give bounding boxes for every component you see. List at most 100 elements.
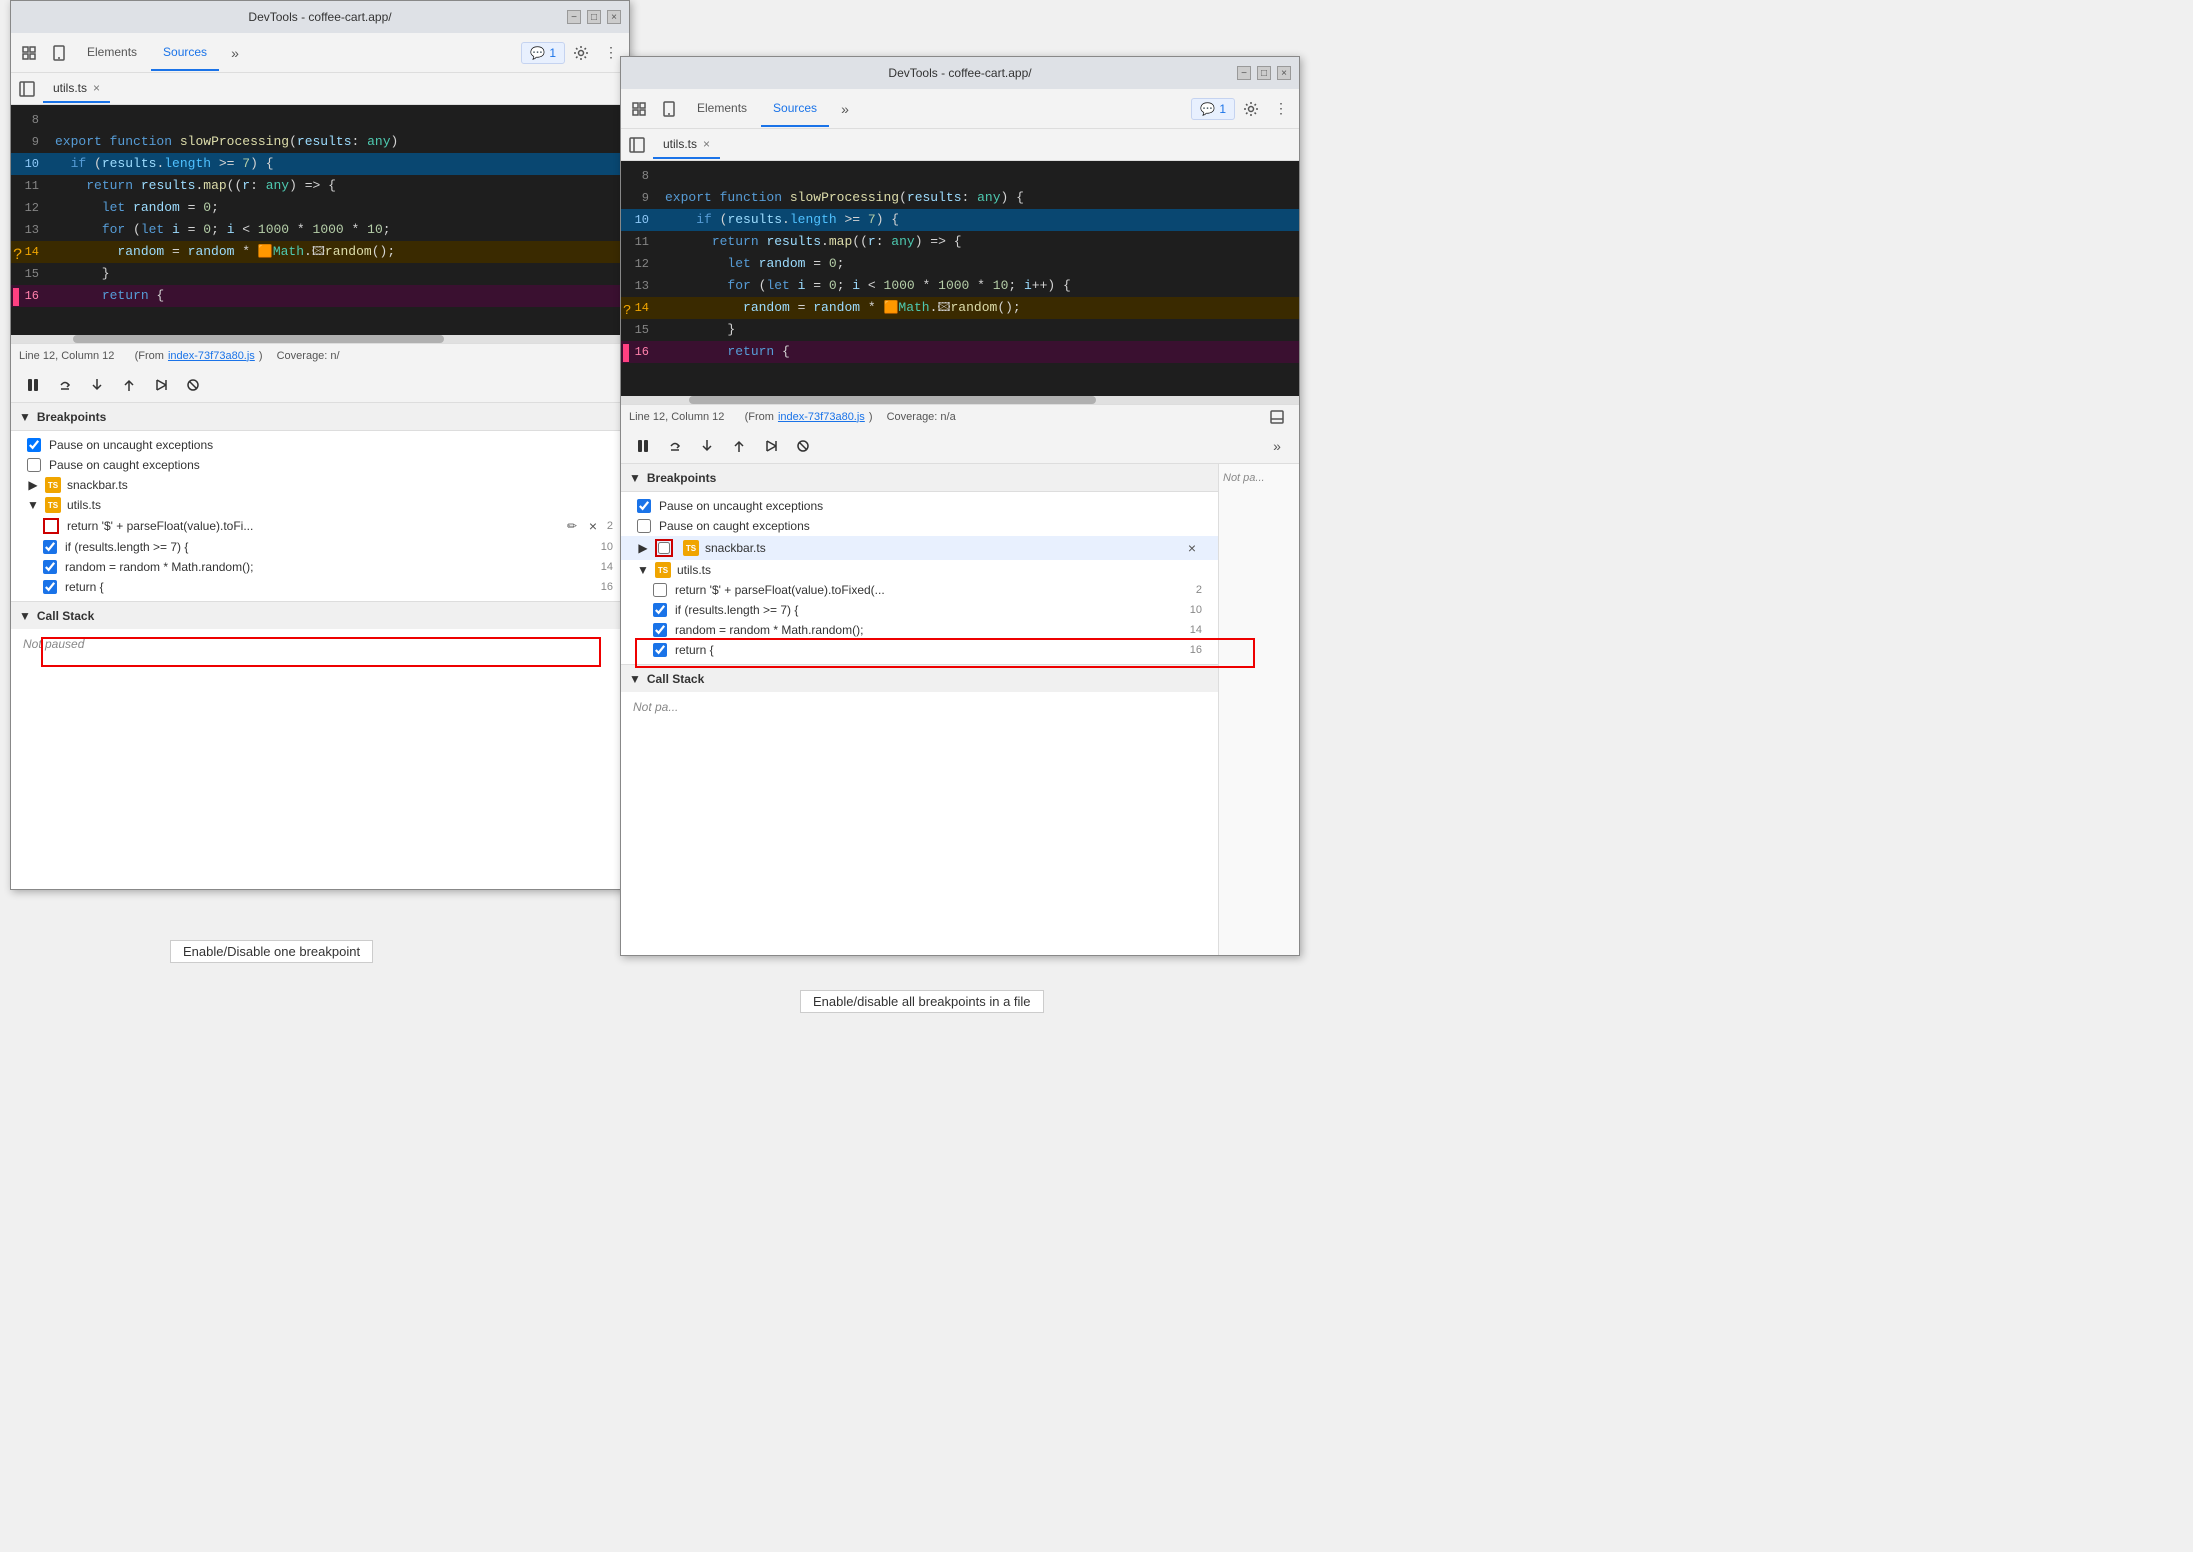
bp-checkbox-random-2[interactable] — [653, 623, 667, 637]
device-icon-2[interactable] — [655, 95, 683, 123]
pause-btn-1[interactable] — [19, 371, 47, 399]
close-btn-1[interactable]: × — [607, 10, 621, 24]
code-line-14-1: 14 ? random = random * 🟧Math.🖾random(); — [11, 241, 629, 263]
minimize-btn-2[interactable]: − — [1237, 66, 1251, 80]
code-area-1: 8 9 export function slowProcessing(resul… — [11, 105, 629, 335]
step-out-btn-1[interactable] — [115, 371, 143, 399]
step-into-btn-1[interactable] — [83, 371, 111, 399]
status-source-label-1: (From — [135, 350, 164, 362]
code-line-15-1: 15 } — [11, 263, 629, 285]
scrollbar-h-2[interactable] — [621, 396, 1299, 404]
pause-uncaught-checkbox-1[interactable] — [27, 438, 41, 452]
pause-caught-label-2: Pause on caught exceptions — [659, 519, 810, 533]
inspect-icon-2[interactable] — [625, 95, 653, 123]
bp-file-utils-2[interactable]: ▼ TS utils.ts — [621, 560, 1218, 580]
deactivate-btn-2[interactable] — [789, 432, 817, 460]
bp-checkbox-return-brace-2[interactable] — [653, 643, 667, 657]
menu-btn-2[interactable]: ⋮ — [1267, 95, 1295, 123]
bp-item-random-2: random = random * Math.random(); 14 — [621, 620, 1218, 640]
tab-elements-2[interactable]: Elements — [685, 91, 759, 127]
more-tabs-btn-2[interactable]: » — [831, 95, 859, 123]
bp-edit-pencil-1[interactable]: ✏ — [567, 519, 577, 533]
tab-sources-1[interactable]: Sources — [151, 35, 219, 71]
chat-badge-btn-2[interactable]: 💬 1 — [1191, 98, 1235, 120]
settings-btn-2[interactable] — [1237, 95, 1265, 123]
bottom-area-2: ▼ Breakpoints Pause on uncaught exceptio… — [621, 464, 1299, 955]
continue-btn-2[interactable] — [757, 432, 785, 460]
file-tab-close-1[interactable]: × — [93, 81, 100, 95]
sidebar-toggle-2[interactable] — [625, 133, 649, 157]
file-tab-utils-1[interactable]: utils.ts × — [43, 75, 110, 103]
chat-badge-btn-1[interactable]: 💬 1 — [521, 42, 565, 64]
bp-title-2: Breakpoints — [647, 471, 716, 485]
snackbar-filename-2: snackbar.ts — [705, 541, 766, 555]
code-line-12-1: 12 let random = 0; — [11, 197, 629, 219]
deactivate-btn-1[interactable] — [179, 371, 207, 399]
bp-checkbox-random-1[interactable] — [43, 560, 57, 574]
pause-btn-2[interactable] — [629, 432, 657, 460]
continue-btn-1[interactable] — [147, 371, 175, 399]
step-over-btn-2[interactable] — [661, 432, 689, 460]
breakpoints-section-2[interactable]: ▼ Breakpoints — [621, 464, 1218, 492]
devtools-window-2: DevTools - coffee-cart.app/ − □ × Elemen… — [620, 56, 1300, 956]
tab-sources-2[interactable]: Sources — [761, 91, 829, 127]
minimize-btn-1[interactable]: − — [567, 10, 581, 24]
restore-btn-1[interactable]: □ — [587, 10, 601, 24]
close-btn-2[interactable]: × — [1277, 66, 1291, 80]
code-line-10-1: 10 if (results.length >= 7) { — [11, 153, 629, 175]
snackbar-close-btn-2[interactable]: × — [1182, 538, 1202, 558]
tab-elements-1[interactable]: Elements — [75, 35, 149, 71]
code-line-11-2: 11 return results.map((r: any) => { — [621, 231, 1299, 253]
breakpoints-section-1[interactable]: ▼ Breakpoints — [11, 403, 629, 431]
bp-checkbox-return-dollar-1[interactable] — [43, 518, 59, 534]
bp-text-if-results-1: if (results.length >= 7) { — [65, 540, 188, 554]
file-tab-utils-2[interactable]: utils.ts × — [653, 131, 720, 159]
bp-title-1: Breakpoints — [37, 410, 106, 424]
bp-checkbox-if-results-2[interactable] — [653, 603, 667, 617]
settings-btn-1[interactable] — [567, 39, 595, 67]
pause-uncaught-checkbox-2[interactable] — [637, 499, 651, 513]
device-icon-1[interactable] — [45, 39, 73, 67]
pause-caught-checkbox-1[interactable] — [27, 458, 41, 472]
bp-checkbox-if-results-1[interactable] — [43, 540, 57, 554]
breakpoints-list-2: Pause on uncaught exceptions Pause on ca… — [621, 492, 1218, 664]
console-drawer-btn-2[interactable] — [1263, 403, 1291, 431]
chat-icon-2: 💬 — [1200, 102, 1215, 116]
status-coverage-1: Coverage: n/ — [277, 350, 340, 362]
snackbar-checkbox-area-2[interactable] — [655, 539, 673, 557]
restore-btn-2[interactable]: □ — [1257, 66, 1271, 80]
bp-checkbox-return-dollar-2[interactable] — [653, 583, 667, 597]
step-over-btn-1[interactable] — [51, 371, 79, 399]
inspect-icon-1[interactable] — [15, 39, 43, 67]
code-line-15-2: 15 } — [621, 319, 1299, 341]
step-out-btn-2[interactable] — [725, 432, 753, 460]
bp-file-snackbar-2[interactable]: ▶ TS snackbar.ts × — [621, 536, 1218, 560]
call-stack-header-2[interactable]: ▼ Call Stack — [621, 664, 1218, 692]
status-source-link-1[interactable]: index-73f73a80.js — [168, 350, 255, 362]
scrollbar-h-1[interactable] — [11, 335, 629, 343]
file-tab-close-2[interactable]: × — [703, 137, 710, 151]
pause-uncaught-row-2: Pause on uncaught exceptions — [621, 496, 1218, 516]
bp-file-snackbar-1[interactable]: ▶ TS snackbar.ts — [11, 475, 629, 495]
pause-caught-checkbox-2[interactable] — [637, 519, 651, 533]
utils-filename-1: utils.ts — [67, 498, 101, 512]
code-line-12-2: 12 let random = 0; — [621, 253, 1299, 275]
sidebar-toggle-1[interactable] — [15, 77, 39, 101]
bp-file-utils-1[interactable]: ▼ TS utils.ts — [11, 495, 629, 515]
right-not-paused-2: Not pa... — [1223, 472, 1265, 484]
bp-line-num-return-1: 2 — [607, 520, 613, 532]
code-line-13-2: 13 for (let i = 0; i < 1000 * 1000 * 10;… — [621, 275, 1299, 297]
breakpoints-list-1: Pause on uncaught exceptions Pause on ca… — [11, 431, 629, 601]
expand-more-btn-2[interactable]: » — [1263, 432, 1291, 460]
utils-file-icon-2: TS — [655, 562, 671, 578]
bp-checkbox-return-brace-1[interactable] — [43, 580, 57, 594]
status-source-link-2[interactable]: index-73f73a80.js — [778, 411, 865, 423]
bp-delete-btn-1[interactable]: × — [589, 518, 597, 534]
snackbar-enable-checkbox-2[interactable] — [658, 542, 670, 554]
cs-title-2: Call Stack — [647, 672, 704, 686]
step-into-btn-2[interactable] — [693, 432, 721, 460]
call-stack-header-1[interactable]: ▼ Call Stack — [11, 601, 629, 629]
window-controls-1: − □ × — [567, 10, 621, 24]
utils-file-icon-1: TS — [45, 497, 61, 513]
more-tabs-btn-1[interactable]: » — [221, 39, 249, 67]
